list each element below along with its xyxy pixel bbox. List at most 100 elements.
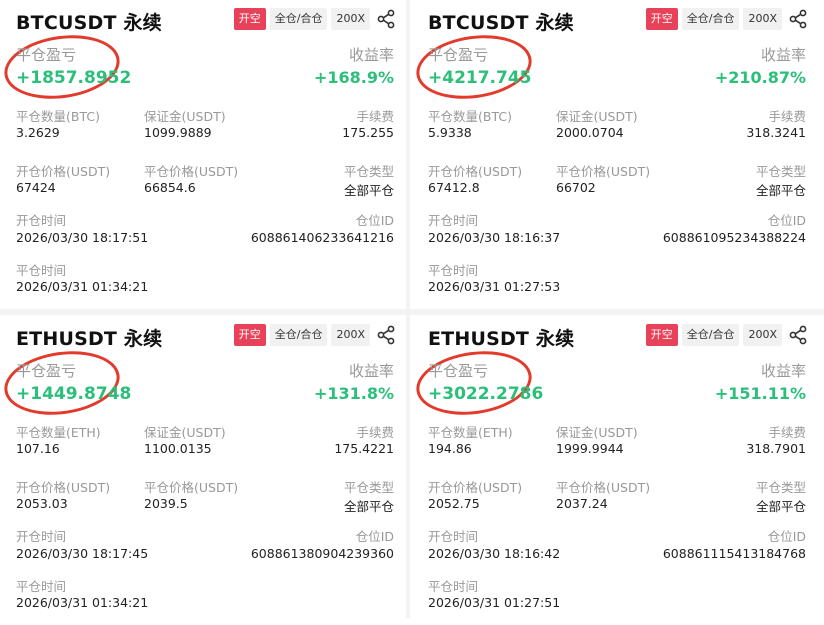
tag-row: 开空 全仓/合仓 200X <box>645 324 808 346</box>
margin-value: 2000.0704 <box>556 125 624 140</box>
open-time-value: 2026/03/30 18:16:37 <box>428 230 561 245</box>
position-card[interactable]: ETHUSDT 永续 开空 全仓/合仓 200X 平仓盈亏 +1449.8748… <box>0 316 404 625</box>
symbol-title: ETHUSDT 永续 <box>16 328 163 350</box>
open-price-value: 67412.8 <box>428 180 480 195</box>
close-type-label: 平仓类型 <box>343 480 394 495</box>
close-type-value: 全部平仓 <box>755 183 806 198</box>
qty-label: 平仓数量(BTC) <box>428 109 512 124</box>
pnl-label: 平仓盈亏 <box>428 46 489 64</box>
qty-label: 平仓数量(ETH) <box>16 425 101 440</box>
fee-value: 318.7901 <box>746 441 806 456</box>
position-history-grid: BTCUSDT 永续 开空 全仓/合仓 200X 平仓盈亏 +1857.8952… <box>0 0 824 625</box>
share-icon[interactable] <box>376 9 396 29</box>
open-price-label: 开仓价格(USDT) <box>16 164 111 179</box>
qty-label: 平仓数量(BTC) <box>16 109 100 124</box>
margin-label: 保证金(USDT) <box>556 109 638 124</box>
symbol-title: BTCUSDT 永续 <box>428 12 574 34</box>
margin-value: 1100.0135 <box>144 441 212 456</box>
side-tag: 开空 <box>645 324 678 346</box>
fee-label: 手续费 <box>768 109 806 124</box>
fee-label: 手续费 <box>768 425 806 440</box>
side-tag: 开空 <box>645 8 678 30</box>
close-type-value: 全部平仓 <box>343 499 394 514</box>
share-icon[interactable] <box>788 9 808 29</box>
pnl-label: 平仓盈亏 <box>16 46 77 64</box>
close-type-label: 平仓类型 <box>755 480 806 495</box>
roe-label: 收益率 <box>760 362 806 380</box>
tag-row: 开空 全仓/合仓 200X <box>233 324 396 346</box>
position-card[interactable]: BTCUSDT 永续 开空 全仓/合仓 200X 平仓盈亏 +4217.745 … <box>412 0 816 309</box>
open-time-label: 开仓时间 <box>428 213 479 228</box>
position-id-label: 仓位ID <box>355 529 394 544</box>
annotation-ring <box>412 344 536 422</box>
margin-label: 保证金(USDT) <box>144 425 226 440</box>
tag-row: 开空 全仓/合仓 200X <box>233 8 396 30</box>
qty-value: 194.86 <box>428 441 472 456</box>
close-time-value: 2026/03/31 01:27:53 <box>428 279 561 294</box>
qty-label: 平仓数量(ETH) <box>428 425 513 440</box>
position-id-label: 仓位ID <box>355 213 394 228</box>
close-price-label: 平仓价格(USDT) <box>556 164 651 179</box>
position-card[interactable]: BTCUSDT 永续 开空 全仓/合仓 200X 平仓盈亏 +1857.8952… <box>0 0 404 309</box>
roe-value: +131.8% <box>313 384 394 403</box>
close-price-value: 2037.24 <box>556 496 608 511</box>
roe-value: +168.9% <box>313 68 394 87</box>
open-time-label: 开仓时间 <box>16 213 67 228</box>
pnl-value: +4217.745 <box>428 68 532 88</box>
position-id-value: 608861380904239360 <box>250 546 394 561</box>
close-type-value: 全部平仓 <box>755 499 806 514</box>
open-price-label: 开仓价格(USDT) <box>428 164 523 179</box>
annotation-ring <box>0 344 124 422</box>
position-id-label: 仓位ID <box>767 213 806 228</box>
open-price-value: 2053.03 <box>16 496 68 511</box>
roe-label: 收益率 <box>760 46 806 64</box>
qty-value: 107.16 <box>16 441 60 456</box>
annotation-ring <box>0 28 124 106</box>
close-type-label: 平仓类型 <box>755 164 806 179</box>
leverage-tag: 200X <box>743 8 782 30</box>
margin-mode-tag: 全仓/合仓 <box>681 8 740 30</box>
close-time-label: 平仓时间 <box>16 579 67 594</box>
margin-mode-tag: 全仓/合仓 <box>269 324 328 346</box>
qty-value: 3.2629 <box>16 125 60 140</box>
tag-row: 开空 全仓/合仓 200X <box>645 8 808 30</box>
margin-label: 保证金(USDT) <box>556 425 638 440</box>
open-price-value: 2052.75 <box>428 496 480 511</box>
margin-value: 1099.9889 <box>144 125 212 140</box>
pnl-label: 平仓盈亏 <box>16 362 77 380</box>
leverage-tag: 200X <box>331 324 370 346</box>
side-tag: 开空 <box>233 8 266 30</box>
margin-value: 1999.9944 <box>556 441 624 456</box>
position-id-value: 608861406233641216 <box>250 230 394 245</box>
close-price-label: 平仓价格(USDT) <box>144 480 239 495</box>
share-icon[interactable] <box>788 325 808 345</box>
roe-label: 收益率 <box>348 362 394 380</box>
position-card[interactable]: ETHUSDT 永续 开空 全仓/合仓 200X 平仓盈亏 +3022.2786… <box>412 316 816 625</box>
close-time-value: 2026/03/31 01:27:51 <box>428 595 561 610</box>
position-id-value: 608861095234388224 <box>662 230 806 245</box>
pnl-value: +3022.2786 <box>428 384 544 404</box>
pnl-value: +1857.8952 <box>16 68 132 88</box>
close-price-value: 2039.5 <box>144 496 188 511</box>
close-time-label: 平仓时间 <box>428 263 479 278</box>
close-time-label: 平仓时间 <box>428 579 479 594</box>
open-time-label: 开仓时间 <box>428 529 479 544</box>
close-time-value: 2026/03/31 01:34:21 <box>16 279 149 294</box>
symbol-title: ETHUSDT 永续 <box>428 328 575 350</box>
leverage-tag: 200X <box>331 8 370 30</box>
qty-value: 5.9338 <box>428 125 472 140</box>
open-price-label: 开仓价格(USDT) <box>428 480 523 495</box>
pnl-label: 平仓盈亏 <box>428 362 489 380</box>
pnl-value: +1449.8748 <box>16 384 132 404</box>
fee-value: 175.4221 <box>334 441 394 456</box>
roe-value: +210.87% <box>714 68 806 87</box>
close-type-value: 全部平仓 <box>343 183 394 198</box>
position-id-value: 608861115413184768 <box>662 546 806 561</box>
share-icon[interactable] <box>376 325 396 345</box>
leverage-tag: 200X <box>743 324 782 346</box>
close-time-label: 平仓时间 <box>16 263 67 278</box>
close-price-label: 平仓价格(USDT) <box>556 480 651 495</box>
margin-mode-tag: 全仓/合仓 <box>269 8 328 30</box>
fee-value: 175.255 <box>342 125 394 140</box>
open-time-value: 2026/03/30 18:17:51 <box>16 230 149 245</box>
